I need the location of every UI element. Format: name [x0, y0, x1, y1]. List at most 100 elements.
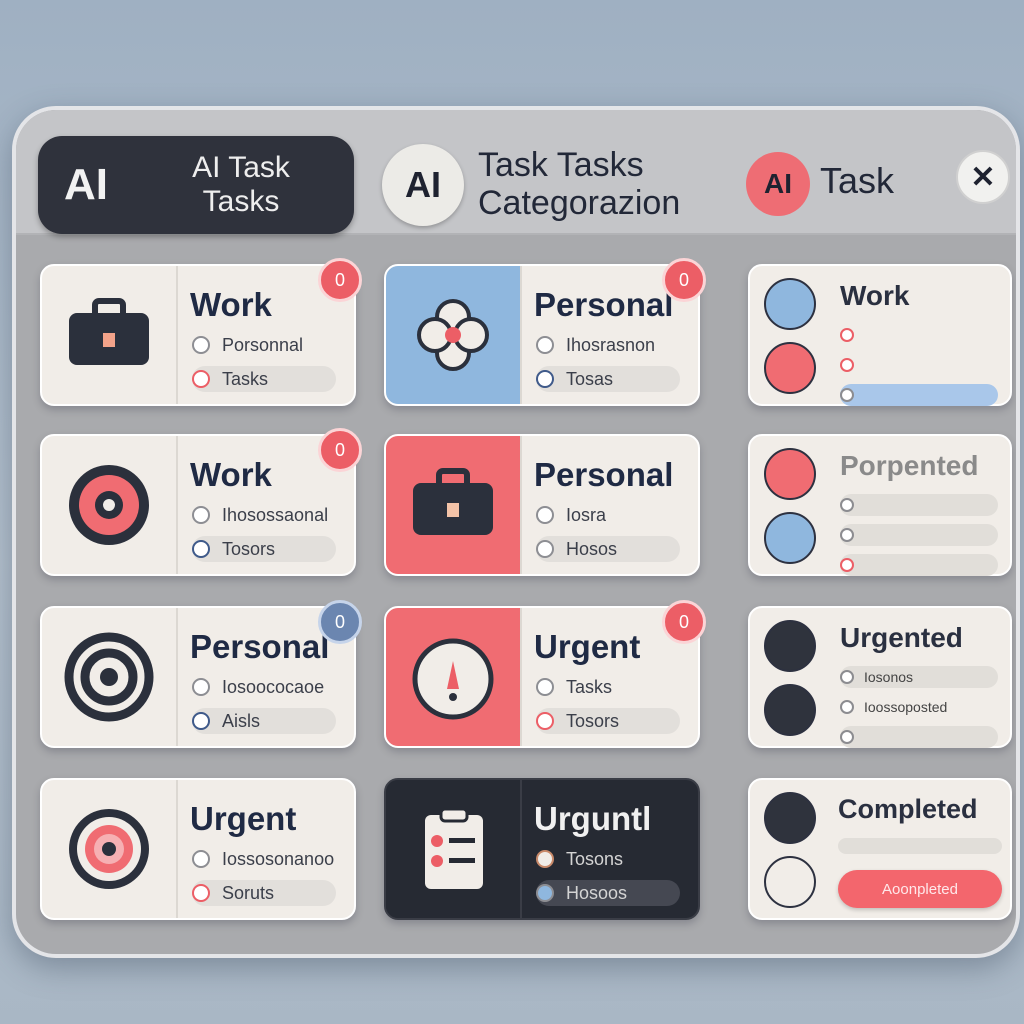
radio-icon	[192, 506, 210, 524]
radio-icon	[192, 370, 210, 388]
list-item[interactable]	[840, 726, 998, 748]
card-option[interactable]: Iosoococaoe	[192, 674, 336, 700]
radio-icon	[192, 336, 210, 354]
card-title: Personal	[534, 286, 674, 323]
card-option[interactable]: Tosors	[536, 708, 680, 734]
ai-logo-circle[interactable]: AI	[382, 144, 464, 226]
radio-icon	[192, 540, 210, 558]
radio-icon	[536, 336, 554, 354]
task-card-urgented[interactable]: Urgented Iosonos Ioossoposted	[748, 606, 1012, 748]
card-option[interactable]: Ihosrasnon	[536, 332, 680, 358]
count-badge: 0	[662, 258, 706, 302]
card-title: Work	[840, 280, 910, 311]
radio-icon	[536, 884, 554, 902]
radio-icon	[536, 850, 554, 868]
task-card-urgent-dark[interactable]: Urguntl Tosons Hosoos	[384, 778, 700, 920]
radio-icon	[192, 678, 210, 696]
tasks-list-icon	[764, 278, 816, 330]
target-icon	[64, 632, 154, 722]
count-badge: 0	[318, 600, 362, 644]
list-item[interactable]	[840, 384, 998, 406]
radio-icon	[536, 678, 554, 696]
completed-button[interactable]: Aoonpleted	[838, 870, 1002, 908]
card-option[interactable]: Tosors	[192, 536, 336, 562]
ai-logo-red[interactable]: AI	[746, 152, 810, 216]
card-title: Porpented	[840, 450, 979, 481]
task-card-personal[interactable]: Personal Iosra Hosos	[384, 434, 700, 576]
tab-ai-task[interactable]: AI AI Task Tasks	[38, 136, 354, 234]
task-card-work[interactable]: Work Ihosossaonal Tosors 0	[40, 428, 362, 576]
card-icon-area	[42, 436, 178, 574]
radio-icon	[192, 850, 210, 868]
task-card-work-list[interactable]: Work	[748, 264, 1012, 406]
task-card-presented[interactable]: Porpented	[748, 434, 1012, 576]
card-option[interactable]: Aisls	[192, 708, 336, 734]
card-option[interactable]: Hosoos	[536, 880, 680, 906]
card-option[interactable]: Iossosonanoo	[192, 846, 336, 872]
briefcase-icon	[69, 298, 149, 365]
card-title: Urgent	[534, 628, 641, 665]
list-item[interactable]	[840, 354, 998, 376]
card-option[interactable]: Ihosossaonal	[192, 502, 336, 528]
task-card-personal[interactable]: Personal Iosoococaoe Aisls 0	[40, 600, 362, 748]
card-icon-area	[386, 608, 522, 746]
face-icon	[764, 856, 816, 908]
card-title: Work	[190, 286, 272, 323]
card-title: Urguntl	[534, 800, 652, 837]
card-option[interactable]: Soruts	[192, 880, 336, 906]
card-option[interactable]: Tasks	[192, 366, 336, 392]
target-icon	[69, 809, 149, 889]
radio-icon	[192, 884, 210, 902]
card-icon-area	[42, 608, 178, 746]
app-window: AI AI Task Tasks AI Task Tasks Categoraz…	[12, 106, 1020, 958]
list-item[interactable]	[840, 554, 998, 576]
count-badge: 0	[662, 600, 706, 644]
clipboard-icon	[425, 807, 483, 889]
list-item[interactable]	[840, 324, 998, 346]
card-option[interactable]: Porsonnal	[192, 332, 336, 358]
target-icon	[69, 465, 149, 545]
card-option[interactable]: Hosos	[536, 536, 680, 562]
flower-icon	[417, 299, 489, 371]
card-title: Urgent	[190, 800, 297, 837]
page-title: Task Tasks Categorazion	[478, 146, 681, 222]
radio-icon	[536, 712, 554, 730]
task-card-work[interactable]: Work Porsonnal Tasks 0	[40, 258, 362, 406]
radio-icon	[536, 506, 554, 524]
task-card-urgent[interactable]: Urgent Iossosonanoo Soruts	[40, 778, 356, 920]
count-badge: 0	[318, 428, 362, 472]
check-icon	[764, 792, 816, 844]
close-button[interactable]: ✕	[956, 150, 1010, 204]
radio-icon	[536, 540, 554, 558]
card-title: Personal	[534, 456, 674, 493]
card-option[interactable]: Tosons	[536, 846, 680, 872]
checklist-icon	[764, 448, 816, 500]
square-icon	[764, 512, 816, 564]
task-card-personal[interactable]: Personal Ihosrasnon Tosas 0	[384, 258, 706, 406]
list-item[interactable]: Ioossoposted	[840, 696, 998, 718]
card-icon-area	[386, 266, 522, 404]
card-icon-area	[42, 266, 178, 404]
task-card-urgent[interactable]: Urgent Tasks Tosors 0	[384, 600, 706, 748]
list-item[interactable]: Iosonos	[840, 666, 998, 688]
card-title: Personal	[190, 628, 330, 665]
card-option[interactable]: Tasks	[536, 674, 680, 700]
card-icon-area	[42, 780, 178, 918]
alert-icon	[412, 638, 494, 720]
tab-label: AI Task Tasks	[192, 151, 290, 218]
card-title: Completed	[838, 794, 978, 824]
radio-icon	[192, 712, 210, 730]
card-title: Work	[190, 456, 272, 493]
priority-icon	[764, 620, 816, 672]
progress-track	[838, 838, 1002, 854]
task-card-completed[interactable]: Completed Aoonpleted	[748, 778, 1012, 920]
card-title: Urgented	[840, 622, 963, 653]
list-item[interactable]	[840, 524, 998, 546]
top-bar: AI AI Task Tasks AI Task Tasks Categoraz…	[16, 110, 1016, 235]
list-item[interactable]	[840, 494, 998, 516]
bookmark-icon	[764, 684, 816, 736]
radio-icon	[536, 370, 554, 388]
card-icon-area	[386, 780, 522, 918]
card-option[interactable]: Tosas	[536, 366, 680, 392]
card-option[interactable]: Iosra	[536, 502, 680, 528]
